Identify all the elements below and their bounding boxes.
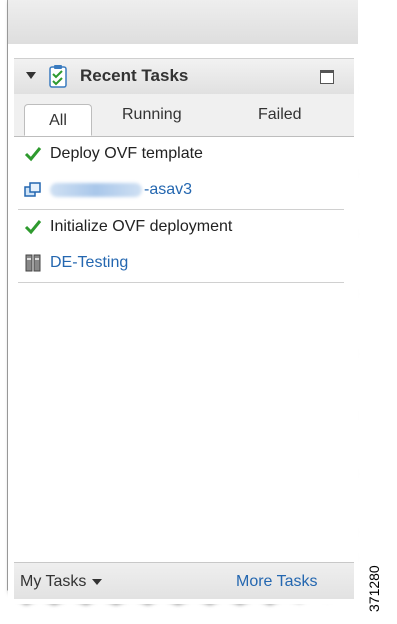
task-target-row: DE-Testing [14, 246, 354, 282]
figure: Recent Tasks All Running Failed Deploy O… [0, 0, 397, 624]
task-name: Deploy OVF template [50, 145, 203, 162]
task-target-suffix: -asav3 [144, 181, 193, 198]
top-bar [8, 0, 358, 44]
task-name: Initialize OVF deployment [50, 218, 233, 235]
checkmark-icon [24, 147, 42, 162]
tab-all[interactable]: All [24, 104, 92, 136]
tab-running[interactable]: Running [122, 106, 182, 124]
task-target-link[interactable]: -asav3 [50, 181, 192, 199]
portlet-footer: My Tasks More Tasks [14, 562, 354, 599]
figure-number: 371280 [366, 560, 386, 620]
checkmark-icon [24, 220, 42, 235]
portlet-header: Recent Tasks [14, 58, 354, 96]
recent-tasks-portlet: Recent Tasks All Running Failed Deploy O… [8, 44, 358, 604]
clipboard-check-icon [49, 65, 67, 88]
maximize-icon[interactable] [320, 70, 334, 84]
my-tasks-label: My Tasks [20, 573, 87, 590]
vm-icon [24, 182, 41, 197]
task-target-link[interactable]: DE-Testing [50, 254, 128, 272]
divider [18, 282, 344, 283]
my-tasks-dropdown[interactable]: My Tasks [20, 573, 103, 591]
task-list: Deploy OVF template -asav3 Initialize OV… [14, 137, 354, 283]
portlet-title: Recent Tasks [80, 66, 189, 85]
obscured-text [50, 182, 142, 197]
more-tasks-link[interactable]: More Tasks [236, 573, 318, 591]
host-icon [25, 254, 41, 272]
task-row[interactable]: Initialize OVF deployment [14, 210, 354, 246]
caret-down-icon[interactable] [26, 72, 36, 79]
task-row[interactable]: Deploy OVF template [14, 137, 354, 173]
tab-failed[interactable]: Failed [258, 106, 302, 124]
caret-down-icon [92, 578, 103, 585]
figure-number-text: 371280 [366, 565, 382, 612]
tab-bar: All Running Failed [14, 94, 354, 137]
task-target-row: -asav3 [14, 173, 354, 209]
